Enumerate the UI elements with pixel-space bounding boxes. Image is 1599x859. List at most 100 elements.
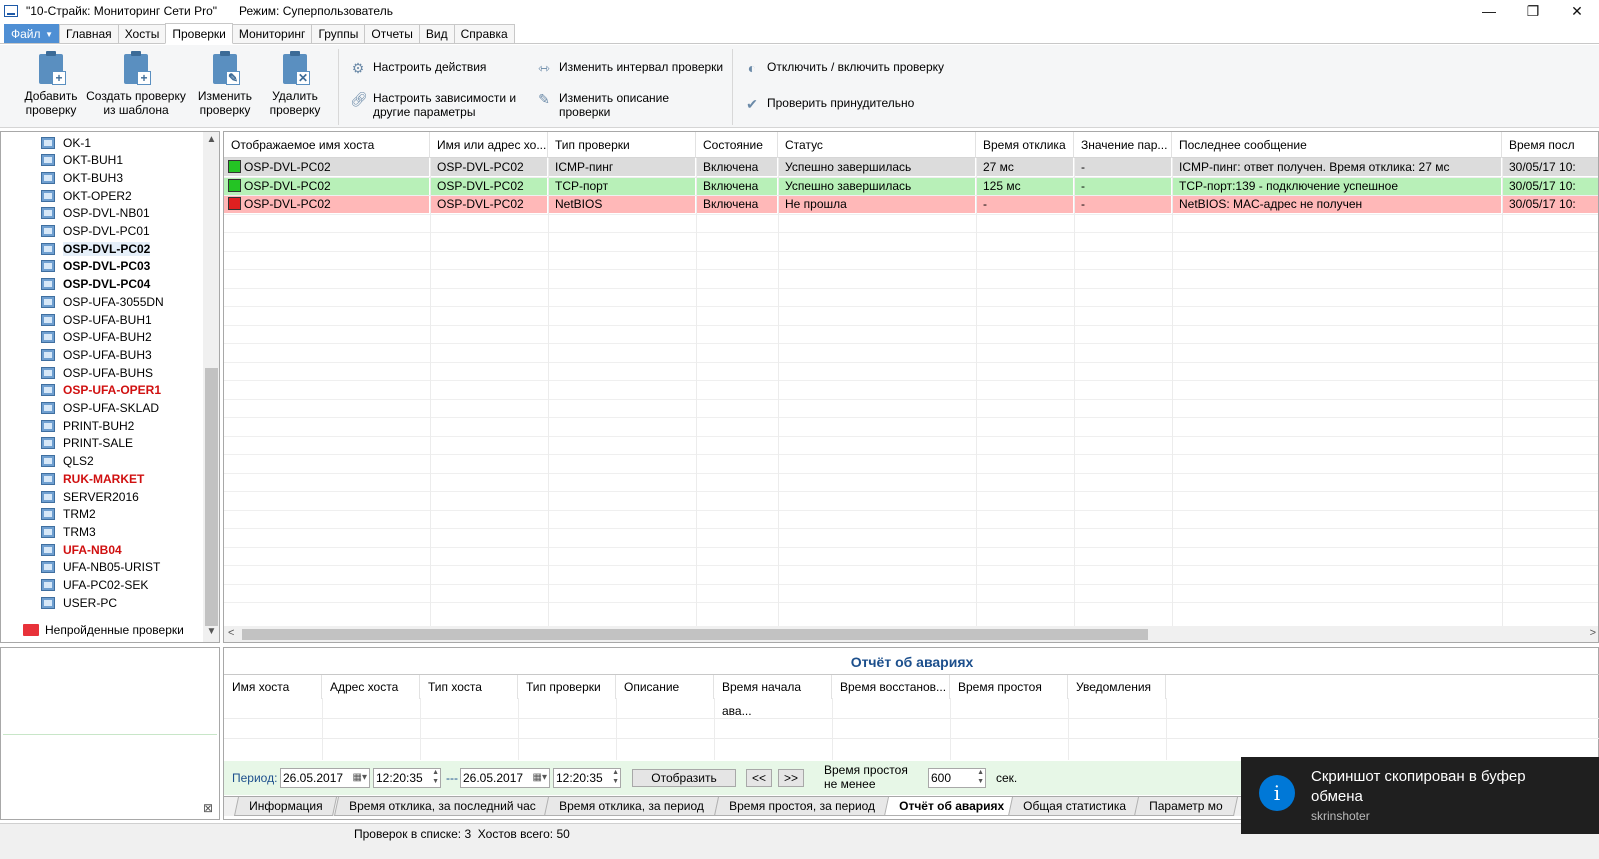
- tab-response-period[interactable]: Время отклика, за период: [543, 797, 719, 816]
- file-menu[interactable]: Файл ▼: [4, 24, 60, 43]
- downtime-input[interactable]: 600 ▲ ▼: [928, 768, 986, 788]
- col-outage-start[interactable]: Время начала ава...: [714, 675, 832, 718]
- spinner-icon[interactable]: ▲ ▼: [432, 768, 439, 786]
- tab-groups[interactable]: Группы: [311, 24, 366, 43]
- tree-host-item[interactable]: OSP-UFA-3055DN: [41, 293, 164, 310]
- col-display-name[interactable]: Отображаемое имя хоста: [224, 132, 430, 158]
- col-downtime[interactable]: Время простоя: [950, 675, 1068, 699]
- tab-general-stats[interactable]: Общая статистика: [1007, 797, 1141, 816]
- toast-notification[interactable]: i Скриншот скопирован в буфер обмена skr…: [1241, 757, 1599, 834]
- show-report-button[interactable]: Отобразить: [632, 769, 736, 787]
- time-from-input[interactable]: 12:20:35 ▲ ▼: [373, 768, 441, 788]
- tree-host-item[interactable]: OK-1: [41, 134, 91, 151]
- tab-outage-report[interactable]: Отчёт об авариях: [883, 797, 1020, 816]
- tree-host-item[interactable]: OKT-BUH1: [41, 152, 123, 169]
- col-address[interactable]: Имя или адрес хо...: [430, 132, 548, 158]
- spinner-icon[interactable]: ▲ ▼: [612, 768, 619, 786]
- tree-host-item[interactable]: RUK-MARKET: [41, 470, 144, 487]
- delete-check-button[interactable]: ✕ Удалить проверку: [258, 51, 332, 117]
- tree-host-item[interactable]: TRM3: [41, 523, 96, 540]
- time-to-input[interactable]: 12:20:35 ▲ ▼: [553, 768, 621, 788]
- close-panel-icon[interactable]: ⊠: [203, 801, 213, 815]
- tree-host-item[interactable]: PRINT-BUH2: [41, 417, 134, 434]
- calendar-icon[interactable]: ▦▾: [533, 769, 547, 787]
- col-last-message[interactable]: Последнее сообщение: [1172, 132, 1502, 158]
- col-host-type[interactable]: Тип хоста: [420, 675, 518, 699]
- tab-help[interactable]: Справка: [453, 24, 515, 43]
- tree-host-item[interactable]: OSP-DVL-PC04: [41, 276, 150, 293]
- checks-hscrollbar[interactable]: < >: [224, 626, 1598, 642]
- maximize-button[interactable]: ❐: [1511, 0, 1555, 22]
- col-host-name[interactable]: Имя хоста: [224, 675, 322, 699]
- tree-host-item[interactable]: TRM2: [41, 506, 96, 523]
- scroll-left-icon[interactable]: <: [228, 627, 234, 639]
- configure-actions-button[interactable]: ⚙ Настроить действия: [350, 60, 487, 76]
- col-status[interactable]: Статус: [778, 132, 976, 158]
- col-host-address[interactable]: Адрес хоста: [322, 675, 420, 699]
- tab-information[interactable]: Информация: [233, 797, 338, 816]
- tab-hosts[interactable]: Хосты: [117, 24, 167, 43]
- tree-host-item[interactable]: OSP-UFA-BUH1: [41, 311, 152, 328]
- tree-host-item[interactable]: USER-PC: [41, 594, 117, 611]
- tree-host-item[interactable]: SERVER2016: [41, 488, 139, 505]
- tree-host-item[interactable]: UFA-NB04: [41, 541, 122, 558]
- tree-host-item[interactable]: OSP-UFA-BUH2: [41, 329, 152, 346]
- date-to-input[interactable]: 26.05.2017 ▦▾: [460, 768, 550, 788]
- col-last-time[interactable]: Время посл: [1502, 132, 1598, 158]
- change-description-button[interactable]: ✎ Изменить описание проверки: [536, 91, 669, 119]
- col-param-value[interactable]: Значение пар...: [1074, 132, 1172, 158]
- tab-parameter[interactable]: Параметр мо: [1133, 797, 1238, 816]
- date-from-input[interactable]: 26.05.2017 ▦▾: [280, 768, 370, 788]
- close-button[interactable]: ✕: [1555, 0, 1599, 22]
- tab-monitoring[interactable]: Мониторинг: [231, 24, 313, 43]
- tree-host-item[interactable]: OKT-OPER2: [41, 187, 132, 204]
- minimize-button[interactable]: —: [1467, 0, 1511, 22]
- tab-main[interactable]: Главная: [59, 24, 119, 43]
- tree-host-item[interactable]: OSP-DVL-PC02: [41, 240, 151, 257]
- tree-host-item[interactable]: OSP-DVL-PC01: [41, 223, 150, 240]
- col-check-type[interactable]: Тип проверки: [548, 132, 696, 158]
- change-interval-button[interactable]: ⇿ Изменить интервал проверки: [536, 60, 723, 76]
- tree-host-item[interactable]: UFA-PC02-SEK: [41, 577, 148, 594]
- tree-host-item[interactable]: OSP-DVL-PC03: [41, 258, 150, 275]
- tree-host-item[interactable]: QLS2: [41, 453, 94, 470]
- configure-deps-button[interactable]: 🔗︎ Настроить зависимости и другие парамет…: [350, 91, 516, 119]
- tab-checks[interactable]: Проверки: [165, 23, 233, 44]
- tree-host-item[interactable]: OSP-DVL-NB01: [41, 205, 150, 222]
- next-period-button[interactable]: >>: [778, 769, 804, 787]
- tree-host-item[interactable]: OSP-UFA-OPER1: [41, 382, 161, 399]
- calendar-icon[interactable]: ▦▾: [353, 769, 367, 787]
- hscroll-thumb[interactable]: [242, 629, 1148, 640]
- col-description[interactable]: Описание: [616, 675, 714, 699]
- toggle-check-button[interactable]: ◐ Отключить / включить проверку: [744, 60, 944, 76]
- col-state[interactable]: Состояние: [696, 132, 778, 158]
- tree-scrollbar[interactable]: ▲ ▼: [203, 132, 219, 642]
- tree-host-item[interactable]: OSP-UFA-SKLAD: [41, 400, 159, 417]
- tree-host-item[interactable]: OSP-UFA-BUH3: [41, 346, 152, 363]
- cell-text: ICMP-пинг: ответ получен. Время отклика:…: [1179, 160, 1450, 174]
- col-restore-time[interactable]: Время восстанов...: [832, 675, 950, 699]
- col-response-time[interactable]: Время отклика: [976, 132, 1074, 158]
- tab-downtime-period[interactable]: Время простоя, за период: [713, 797, 890, 816]
- tree-host-item[interactable]: PRINT-SALE: [41, 435, 133, 452]
- edit-check-button[interactable]: ✎ Изменить проверку: [188, 51, 262, 117]
- scroll-down-icon[interactable]: ▼: [203, 626, 219, 640]
- scroll-right-icon[interactable]: >: [1590, 627, 1596, 639]
- failed-checks-folder[interactable]: Непройденные проверки: [23, 621, 184, 638]
- add-check-button[interactable]: + Добавить проверку: [14, 51, 88, 117]
- tab-information-label: Информация: [249, 799, 323, 813]
- tree-host-item[interactable]: OSP-UFA-BUHS: [41, 364, 153, 381]
- prev-period-button[interactable]: <<: [746, 769, 772, 787]
- spinner-icon[interactable]: ▲ ▼: [977, 768, 984, 786]
- tab-response-last-hour[interactable]: Время отклика, за последний час: [333, 797, 551, 816]
- force-check-button[interactable]: ✔ Проверить принудительно: [744, 96, 914, 112]
- template-check-button[interactable]: + Создать проверку из шаблона: [86, 51, 186, 117]
- scroll-up-icon[interactable]: ▲: [203, 134, 219, 148]
- col-report-check-type[interactable]: Тип проверки: [518, 675, 616, 699]
- col-notifications[interactable]: Уведомления: [1068, 675, 1166, 699]
- tab-reports[interactable]: Отчеты: [364, 24, 420, 43]
- tree-host-item[interactable]: UFA-NB05-URIST: [41, 559, 160, 576]
- tab-view[interactable]: Вид: [418, 24, 455, 43]
- scroll-thumb[interactable]: [205, 368, 218, 626]
- tree-host-item[interactable]: OKT-BUH3: [41, 169, 123, 186]
